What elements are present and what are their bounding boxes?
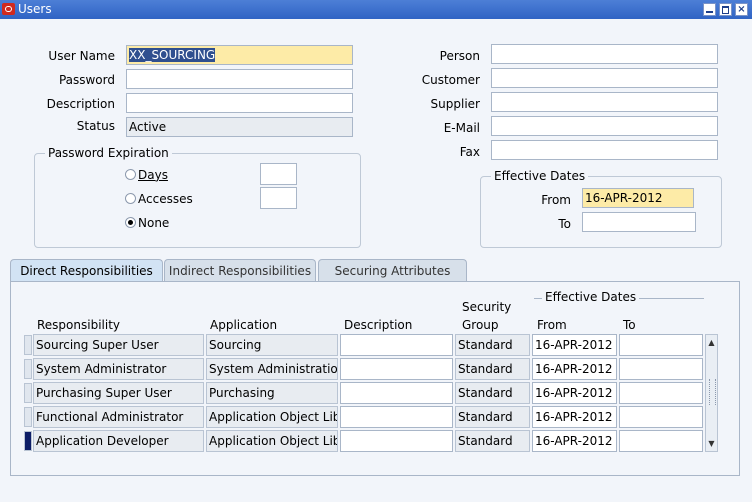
security-group-cell[interactable]: Standard [455, 406, 530, 428]
email-label: E-Mail [443, 121, 480, 135]
radio-selected-icon [125, 217, 136, 228]
none-radio[interactable]: None [125, 216, 169, 230]
row-selector[interactable] [24, 407, 32, 427]
responsibility-cell[interactable]: Application Developer [33, 430, 204, 452]
to-header: To [623, 318, 636, 332]
from-date-field[interactable]: 16-APR-2012 [582, 188, 694, 208]
to-date-cell[interactable] [619, 382, 703, 404]
scroll-up-icon[interactable]: ▲ [707, 337, 716, 348]
radio-icon [125, 169, 136, 180]
row-selector[interactable] [24, 335, 32, 355]
user-name-value: XX_SOURCING [129, 48, 216, 62]
description-cell[interactable] [340, 406, 453, 428]
effective-dates-header: Effective Dates [542, 290, 640, 304]
window-title: Users [18, 2, 52, 16]
table-scrollbar[interactable]: ▲ ▼ [705, 334, 718, 452]
tab-direct-responsibilities[interactable]: Direct Responsibilities [10, 259, 163, 282]
none-label: None [138, 216, 170, 230]
accesses-label: Accesses [138, 192, 193, 206]
user-name-field[interactable]: XX_SOURCING [126, 45, 353, 65]
from-date-cell[interactable]: 16-APR-2012 [532, 406, 617, 428]
tab-securing-attributes[interactable]: Securing Attributes [318, 259, 467, 282]
effective-dates-legend: Effective Dates [491, 169, 589, 183]
responsibility-cell[interactable]: Purchasing Super User [33, 382, 204, 404]
person-label: Person [439, 49, 480, 63]
password-label: Password [58, 73, 115, 87]
from-label: From [541, 193, 571, 207]
person-field[interactable] [491, 44, 718, 64]
row-selector[interactable] [24, 359, 32, 379]
from-date-cell[interactable]: 16-APR-2012 [532, 382, 617, 404]
maximize-icon[interactable] [719, 3, 732, 16]
status-label: Status [76, 119, 115, 133]
fax-label: Fax [459, 145, 480, 159]
row-selector-current[interactable] [24, 431, 32, 451]
oracle-logo-icon [2, 3, 15, 15]
security-group-cell[interactable]: Standard [455, 334, 530, 356]
from-date-cell[interactable]: 16-APR-2012 [532, 358, 617, 380]
email-field[interactable] [491, 116, 718, 136]
password-expiration-group: Password Expiration [34, 146, 361, 248]
security-group-cell[interactable]: Standard [455, 358, 530, 380]
customer-label: Customer [421, 73, 480, 87]
row-selector[interactable] [24, 383, 32, 403]
fax-field[interactable] [491, 140, 718, 160]
scroll-down-icon[interactable]: ▼ [707, 438, 716, 449]
password-field[interactable] [126, 69, 353, 89]
responsibility-header: Responsibility [37, 318, 121, 332]
supplier-label: Supplier [430, 97, 480, 111]
security-group-header-line2: Group [462, 318, 499, 332]
from-date-cell[interactable]: 16-APR-2012 [532, 334, 617, 356]
accesses-field[interactable] [260, 187, 297, 209]
responsibility-cell[interactable]: Sourcing Super User [33, 334, 204, 356]
security-group-cell[interactable]: Standard [455, 382, 530, 404]
application-cell[interactable]: Application Object Library [206, 406, 338, 428]
radio-icon [125, 193, 136, 204]
description-cell[interactable] [340, 430, 453, 452]
application-cell[interactable]: Application Object Library [206, 430, 338, 452]
days-radio[interactable]: Days [125, 168, 168, 182]
description-label: Description [46, 97, 115, 111]
title-bar: Users × [0, 0, 752, 19]
to-date-cell[interactable] [619, 430, 703, 452]
close-icon[interactable]: × [735, 3, 748, 16]
to-date-field[interactable] [582, 212, 696, 232]
days-field[interactable] [260, 163, 297, 185]
description-cell[interactable] [340, 382, 453, 404]
tab-indirect-responsibilities[interactable]: Indirect Responsibilities [164, 259, 316, 282]
application-cell[interactable]: Purchasing [206, 382, 338, 404]
status-field[interactable]: Active [126, 117, 353, 137]
customer-field[interactable] [491, 68, 718, 88]
accesses-radio[interactable]: Accesses [125, 192, 193, 206]
security-group-header-line1: Security [462, 300, 512, 314]
supplier-field[interactable] [491, 92, 718, 112]
from-date-cell[interactable]: 16-APR-2012 [532, 430, 617, 452]
to-date-cell[interactable] [619, 358, 703, 380]
effective-dates-header-group: Effective Dates [534, 290, 704, 304]
to-date-cell[interactable] [619, 406, 703, 428]
from-header: From [537, 318, 567, 332]
application-header: Application [210, 318, 278, 332]
user-name-label: User Name [48, 49, 115, 63]
application-cell[interactable]: System Administration [206, 358, 338, 380]
to-date-cell[interactable] [619, 334, 703, 356]
application-cell[interactable]: Sourcing [206, 334, 338, 356]
minimize-icon[interactable] [703, 3, 716, 16]
description-cell[interactable] [340, 334, 453, 356]
to-label: To [558, 217, 571, 231]
responsibility-cell[interactable]: Functional Administrator [33, 406, 204, 428]
days-label: Days [138, 168, 168, 182]
description-cell[interactable] [340, 358, 453, 380]
security-group-cell[interactable]: Standard [455, 430, 530, 452]
description-field[interactable] [126, 93, 353, 113]
description-header: Description [344, 318, 413, 332]
password-expiration-legend: Password Expiration [45, 146, 172, 160]
scroll-thumb-grip[interactable] [709, 379, 716, 405]
responsibility-cell[interactable]: System Administrator [33, 358, 204, 380]
